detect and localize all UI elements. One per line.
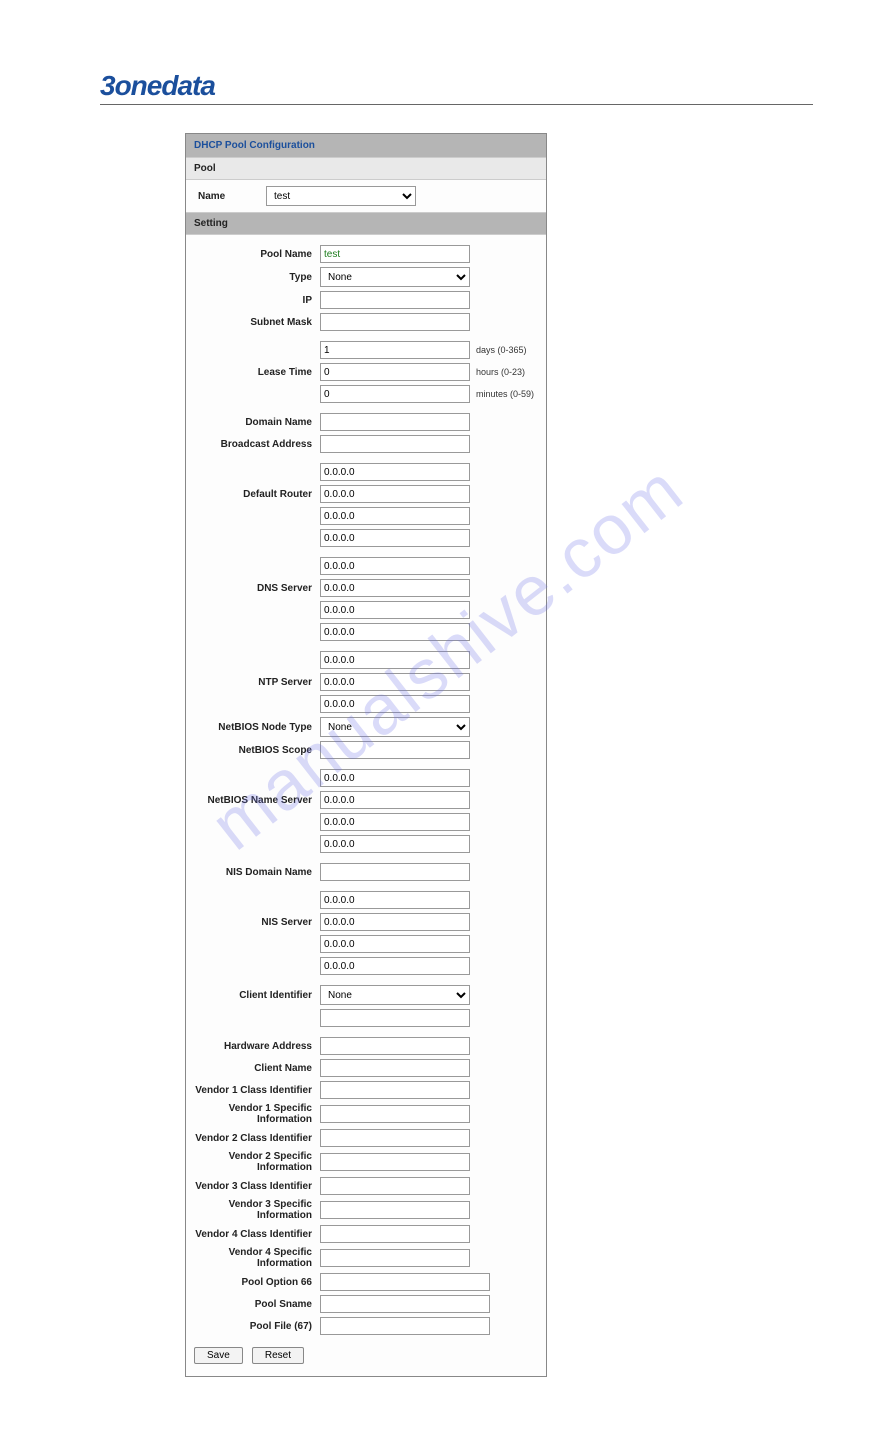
label-netbios-name-server: NetBIOS Name Server (194, 795, 320, 806)
label-v4si: Vendor 4 Specific Information (194, 1247, 320, 1269)
label-client-name: Client Name (194, 1063, 320, 1074)
input-netbios-ns-3[interactable] (320, 813, 470, 831)
label-pool-sname: Pool Sname (194, 1299, 320, 1310)
input-nis-server-4[interactable] (320, 957, 470, 975)
input-v1ci[interactable] (320, 1081, 470, 1099)
label-domain-name: Domain Name (194, 417, 320, 428)
section-setting: Setting (186, 212, 546, 235)
input-lease-minutes[interactable] (320, 385, 470, 403)
reset-button[interactable]: Reset (252, 1347, 304, 1364)
input-dns-1[interactable] (320, 557, 470, 575)
label-v1si: Vendor 1 Specific Information (194, 1103, 320, 1125)
label-netbios-node-type: NetBIOS Node Type (194, 722, 320, 733)
label-v3ci: Vendor 3 Class Identifier (194, 1181, 320, 1192)
select-type[interactable]: None (320, 267, 470, 287)
label-nis-domain-name: NIS Domain Name (194, 867, 320, 878)
label-broadcast-address: Broadcast Address (194, 439, 320, 450)
label-hardware-address: Hardware Address (194, 1041, 320, 1052)
input-ntp-2[interactable] (320, 673, 470, 691)
input-default-router-4[interactable] (320, 529, 470, 547)
brand-logo: 3onedata (100, 70, 813, 102)
input-subnet-mask[interactable] (320, 313, 470, 331)
input-hardware-address[interactable] (320, 1037, 470, 1055)
input-lease-days[interactable] (320, 341, 470, 359)
label-default-router: Default Router (194, 489, 320, 500)
save-button[interactable]: Save (194, 1347, 243, 1364)
select-client-identifier[interactable]: None (320, 985, 470, 1005)
input-netbios-scope[interactable] (320, 741, 470, 759)
pool-name-label: Name (194, 191, 266, 202)
label-type: Type (194, 272, 320, 283)
label-pool-option-66: Pool Option 66 (194, 1277, 320, 1288)
suffix-minutes: minutes (0-59) (470, 389, 534, 399)
input-ntp-1[interactable] (320, 651, 470, 669)
input-client-name[interactable] (320, 1059, 470, 1077)
input-nis-domain-name[interactable] (320, 863, 470, 881)
header-divider (100, 104, 813, 105)
input-v3ci[interactable] (320, 1177, 470, 1195)
input-nis-server-3[interactable] (320, 935, 470, 953)
label-subnet-mask: Subnet Mask (194, 317, 320, 328)
input-netbios-ns-1[interactable] (320, 769, 470, 787)
suffix-hours: hours (0-23) (470, 367, 525, 377)
label-ntp-server: NTP Server (194, 677, 320, 688)
suffix-days: days (0-365) (470, 345, 527, 355)
dhcp-panel: DHCP Pool Configuration Pool Name test S… (185, 133, 547, 1377)
label-client-identifier: Client Identifier (194, 990, 320, 1001)
input-pool-file-67[interactable] (320, 1317, 490, 1335)
input-netbios-ns-4[interactable] (320, 835, 470, 853)
input-pool-option-66[interactable] (320, 1273, 490, 1291)
label-netbios-scope: NetBIOS Scope (194, 745, 320, 756)
input-nis-server-1[interactable] (320, 891, 470, 909)
label-v1ci: Vendor 1 Class Identifier (194, 1085, 320, 1096)
label-v2ci: Vendor 2 Class Identifier (194, 1133, 320, 1144)
input-dns-2[interactable] (320, 579, 470, 597)
input-nis-server-2[interactable] (320, 913, 470, 931)
input-default-router-1[interactable] (320, 463, 470, 481)
input-ip[interactable] (320, 291, 470, 309)
input-lease-hours[interactable] (320, 363, 470, 381)
input-pool-name[interactable] (320, 245, 470, 263)
input-default-router-2[interactable] (320, 485, 470, 503)
label-nis-server: NIS Server (194, 917, 320, 928)
input-v1si[interactable] (320, 1105, 470, 1123)
label-v3si: Vendor 3 Specific Information (194, 1199, 320, 1221)
input-v4ci[interactable] (320, 1225, 470, 1243)
label-ip: IP (194, 295, 320, 306)
input-v2si[interactable] (320, 1153, 470, 1171)
input-v3si[interactable] (320, 1201, 470, 1219)
label-pool-file-67: Pool File (67) (194, 1321, 320, 1332)
panel-title: DHCP Pool Configuration (186, 134, 546, 157)
input-v4si[interactable] (320, 1249, 470, 1267)
label-v2si: Vendor 2 Specific Information (194, 1151, 320, 1173)
pool-name-select[interactable]: test (266, 186, 416, 206)
select-netbios-node-type[interactable]: None (320, 717, 470, 737)
label-lease-time: Lease Time (194, 367, 320, 378)
input-client-identifier[interactable] (320, 1009, 470, 1027)
input-default-router-3[interactable] (320, 507, 470, 525)
input-broadcast-address[interactable] (320, 435, 470, 453)
input-v2ci[interactable] (320, 1129, 470, 1147)
label-dns-server: DNS Server (194, 583, 320, 594)
input-pool-sname[interactable] (320, 1295, 490, 1313)
section-pool: Pool (186, 157, 546, 180)
label-pool-name: Pool Name (194, 249, 320, 260)
input-domain-name[interactable] (320, 413, 470, 431)
input-dns-4[interactable] (320, 623, 470, 641)
input-netbios-ns-2[interactable] (320, 791, 470, 809)
input-ntp-3[interactable] (320, 695, 470, 713)
label-v4ci: Vendor 4 Class Identifier (194, 1229, 320, 1240)
input-dns-3[interactable] (320, 601, 470, 619)
